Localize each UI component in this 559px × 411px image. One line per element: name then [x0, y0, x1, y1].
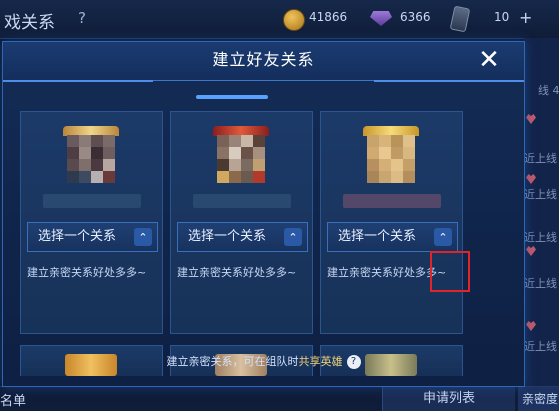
ticket-icon — [449, 5, 471, 33]
relation-benefit-text: 建立亲密关系好处多多~ — [27, 266, 147, 279]
build-friend-relation-dialog: 建立好友关系 ✕ 选择一个关系 ⌃ 建立亲密关系好处多多~ 选择一个关系 ⌃ 建… — [2, 41, 525, 387]
close-icon[interactable]: ✕ — [475, 46, 503, 74]
diamond-icon — [370, 11, 392, 26]
share-hero-link[interactable]: 共享英雄 — [299, 355, 343, 368]
avatar-mosaic — [367, 135, 415, 183]
dialog-title: 建立好友关系 — [212, 50, 315, 69]
tab-intimacy[interactable]: 亲密度 — [518, 387, 559, 411]
tab-apply-list[interactable]: 申请列表 — [382, 387, 515, 411]
select-relation-label: 选择一个关系 — [338, 229, 417, 244]
header-divider — [374, 80, 524, 82]
select-relation-dropdown[interactable]: 选择一个关系 ⌃ — [27, 222, 158, 252]
help-icon[interactable]: ? — [346, 355, 361, 369]
friend-list-strip: 线 48 近上线 近上线 近上线 近上线 近上线 — [524, 38, 559, 386]
header-divider — [3, 80, 153, 82]
dialog-header: 建立好友关系 ✕ — [3, 42, 524, 81]
heart-icon — [526, 246, 536, 256]
friend-name-placeholder — [43, 194, 141, 208]
friend-status: 线 48 — [538, 84, 559, 97]
friend-status: 近上线 — [524, 188, 557, 201]
heart-icon — [526, 321, 536, 331]
friend-avatar — [213, 126, 269, 184]
friend-status: 近上线 — [524, 277, 557, 290]
heart-icon — [526, 114, 536, 124]
gold-count: 41866 — [309, 10, 348, 24]
gold-coin-icon — [283, 9, 305, 31]
relation-slot-1: 选择一个关系 ⌃ 建立亲密关系好处多多~ — [20, 111, 163, 334]
friend-status: 近上线 — [524, 231, 557, 244]
friend-name-placeholder — [193, 194, 291, 208]
avatar-mosaic — [67, 135, 115, 183]
friend-status: 近上线 — [524, 340, 557, 353]
friend-status: 近上线 — [524, 152, 557, 165]
friend-avatar — [363, 126, 419, 184]
friend-name-placeholder — [343, 194, 441, 208]
select-relation-dropdown[interactable]: 选择一个关系 ⌃ — [177, 222, 308, 252]
relation-benefit-text: 建立亲密关系好处多多~ — [177, 266, 297, 279]
select-relation-label: 选择一个关系 — [188, 229, 267, 244]
scroll-indicator — [196, 95, 268, 99]
chevron-up-icon[interactable]: ⌃ — [434, 228, 452, 246]
heart-icon — [526, 174, 536, 184]
top-bar: 戏关系 ? 41866 6366 10 + — [0, 0, 559, 39]
highlight-box — [430, 251, 470, 292]
friend-avatar — [63, 126, 119, 184]
add-ticket-button[interactable]: + — [519, 8, 533, 27]
ticket-count: 10 — [494, 10, 510, 24]
relation-slot-3: 选择一个关系 ⌃ 建立亲密关系好处多多~ — [320, 111, 463, 334]
diamond-count: 6366 — [400, 10, 431, 24]
chevron-up-icon[interactable]: ⌃ — [134, 228, 152, 246]
relation-slot-2: 选择一个关系 ⌃ 建立亲密关系好处多多~ — [170, 111, 313, 334]
select-relation-label: 选择一个关系 — [38, 229, 117, 244]
page-title: 戏关系 — [4, 13, 55, 33]
select-relation-dropdown[interactable]: 选择一个关系 ⌃ — [327, 222, 458, 252]
help-icon[interactable]: ? — [78, 9, 86, 27]
avatar-mosaic — [217, 135, 265, 183]
tab-blacklist[interactable]: 名单 — [0, 390, 26, 409]
bottom-bar: 名单 申请列表 亲密度 — [0, 386, 559, 411]
dialog-footer: 建立亲密关系，可在组队时共享英雄? — [3, 353, 524, 369]
footer-text: 建立亲密关系，可在组队时 — [166, 355, 299, 368]
chevron-up-icon[interactable]: ⌃ — [284, 228, 302, 246]
